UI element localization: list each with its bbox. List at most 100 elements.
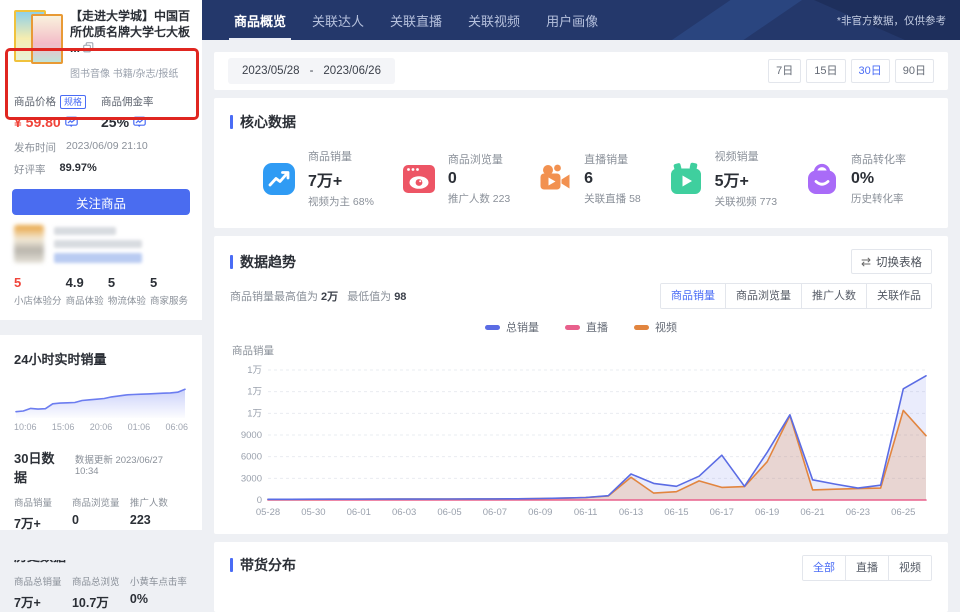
metric-0: 商品销量 7万+ 视频为主 68%: [260, 148, 374, 209]
conversion-bag-icon: [803, 160, 841, 198]
stat-value: 223: [129, 513, 151, 527]
follow-product-button[interactable]: 关注商品: [12, 189, 190, 215]
product-image[interactable]: [14, 8, 63, 64]
stat-label: 商品浏览量: [71, 498, 120, 509]
topnav-tab-2[interactable]: 关联直播: [388, 0, 444, 40]
distribution-header: 带货分布: [230, 555, 296, 575]
trend-minmax-stat: 商品销量最高值为 2万 最低值为 98: [230, 291, 407, 303]
date-preset-7日[interactable]: 7日: [768, 59, 802, 83]
switch-table-button[interactable]: ⇄ 切换表格: [850, 249, 932, 274]
legend-swatch: [565, 324, 580, 330]
shop-info-row[interactable]: [14, 225, 188, 263]
publish-time-row: 发布时间 2023/06/09 21:10: [14, 140, 188, 155]
book-cover-front: [31, 14, 63, 64]
svg-text:06-19: 06-19: [755, 507, 779, 518]
metric-sublabel: 历史转化率: [850, 193, 904, 205]
trend-max-value: 2万: [321, 291, 339, 303]
spec-badge[interactable]: 规格: [60, 94, 87, 109]
date-preset-30日[interactable]: 30日: [850, 59, 890, 83]
nav-tabs: 商品概览 关联达人 关联直播 关联视频 用户画像: [228, 0, 600, 40]
section-accent-bar: [230, 254, 233, 269]
metric-label: 直播销量: [584, 154, 629, 166]
trend-title: 数据趋势: [240, 253, 296, 270]
stat-label: 商品总销量: [14, 577, 62, 588]
shop-score-0: 5 小店体验分: [14, 275, 62, 307]
metric-1: 商品浏览量 0 推广人数 223: [400, 148, 510, 209]
stat-value: 10.7万: [71, 596, 109, 610]
chart-legend: 总销量 直播 视频: [230, 319, 932, 335]
topnav-tab-3[interactable]: 关联视频: [466, 0, 522, 40]
stat-value: 0%: [129, 592, 148, 606]
score-label: 物流体验: [107, 296, 146, 307]
svg-text:06-11: 06-11: [574, 507, 598, 518]
shop-score-2: 5 物流体验: [108, 275, 146, 307]
trend-tab-0[interactable]: 商品销量: [661, 284, 725, 308]
stat-label: 商品销量: [14, 498, 53, 509]
svg-text:06-17: 06-17: [710, 507, 734, 518]
realtime-x-labels: 10:06 15:06 20:06 01:06 06:06: [14, 422, 188, 432]
svg-text:06-21: 06-21: [800, 507, 824, 518]
metric-label: 商品转化率: [850, 154, 906, 166]
trend-tab-2[interactable]: 推广人数: [801, 284, 866, 308]
distribution-tabs: 全部 直播 视频: [802, 555, 932, 581]
date-range-card: 2023/05/28 - 2023/06/26 7日 15日 30日 90日: [214, 52, 948, 90]
trend-metric-tabs: 商品销量 商品浏览量 推广人数 关联作品: [660, 283, 932, 309]
metric-value: 7万+: [308, 173, 343, 190]
shop-score-row: 5 小店体验分 4.9 商品体验 5 物流体验 5 商家服务: [14, 275, 188, 307]
unofficial-data-note: *非官方数据，仅供参考: [836, 14, 946, 27]
date-separator: -: [309, 65, 314, 77]
metric-label: 商品浏览量: [447, 154, 503, 166]
publish-label: 发布时间: [14, 142, 56, 154]
date-preset-90日[interactable]: 90日: [894, 59, 934, 83]
date-preset-group: 7日 15日 30日 90日: [768, 59, 934, 83]
svg-text:06-07: 06-07: [483, 507, 507, 518]
legend-item-0[interactable]: 总销量: [485, 319, 539, 335]
svg-text:3000: 3000: [241, 473, 262, 484]
product-category: 图书音像 书籍/杂志/报纸: [70, 69, 179, 80]
stat-label: 小黄车点击率: [129, 577, 187, 588]
chart-y-axis-title: 商品销量: [232, 345, 274, 357]
product-header: 【走进大学城】中国百所优质名牌大学七大板 ...: [0, 0, 202, 64]
metric-label: 视频销量: [714, 151, 759, 163]
stat-value: 0: [71, 513, 79, 527]
legend-item-1[interactable]: 直播: [565, 319, 608, 335]
nav-decor-shape: [672, 0, 802, 40]
commission-value: 25%: [101, 114, 188, 130]
score-value: 5: [14, 275, 22, 290]
core-data-header: 核心数据: [230, 112, 932, 132]
trend-tab-3[interactable]: 关联作品: [866, 284, 931, 308]
trend-tab-1[interactable]: 商品浏览量: [725, 284, 801, 308]
core-metrics-row: 商品销量 7万+ 视频为主 68% 商品浏览量 0 推广人数 223 直播销量 6 关联直播 5…: [230, 132, 932, 209]
commission-trend-icon[interactable]: [133, 116, 146, 129]
topnav-tab-4[interactable]: 用户画像: [544, 0, 600, 40]
main-content: 2023/05/28 - 2023/06/26 7日 15日 30日 90日 核心数据…: [202, 40, 960, 612]
legend-item-2[interactable]: 视频: [634, 319, 677, 335]
metric-text: 商品浏览量 0 推广人数 223: [448, 151, 510, 206]
date-end: 2023/06/26: [323, 65, 381, 77]
metric-3: 视频销量 5万+ 关联视频 773: [667, 148, 777, 209]
date-range-input[interactable]: 2023/05/28 - 2023/06/26: [228, 58, 395, 84]
metric-text: 商品转化率 0% 历史转化率: [851, 151, 906, 206]
score-label: 商品体验: [65, 296, 104, 307]
topnav-tab-1[interactable]: 关联达人: [310, 0, 366, 40]
metric-text: 商品销量 7万+ 视频为主 68%: [308, 148, 374, 209]
realtime-x-label-2: 20:06: [89, 422, 113, 432]
day30-stat-1: 商品浏览量 0: [72, 495, 130, 532]
score-value: 5: [149, 275, 158, 290]
price-block: 商品价格 规格 ¥ 59.80 商品佣金率 25%: [14, 94, 188, 130]
svg-text:06-01: 06-01: [347, 507, 371, 518]
stat-value: 7万+: [14, 596, 41, 610]
sidebar-divider: [0, 320, 202, 335]
topnav-tab-0[interactable]: 商品概览: [228, 0, 292, 40]
copy-icon[interactable]: [83, 42, 94, 53]
day30-stat-0: 商品销量 7万+: [14, 495, 72, 532]
realtime-x-label-0: 10:06: [14, 422, 37, 432]
video-play-icon: [667, 160, 705, 198]
redacted-bar: [54, 240, 142, 248]
svg-text:1万: 1万: [247, 365, 262, 376]
shop-avatar: [14, 225, 44, 263]
stat-label: 推广人数: [129, 498, 168, 509]
date-preset-15日[interactable]: 15日: [806, 59, 846, 83]
price-trend-icon[interactable]: [64, 116, 78, 129]
views-eye-icon: [400, 160, 438, 198]
